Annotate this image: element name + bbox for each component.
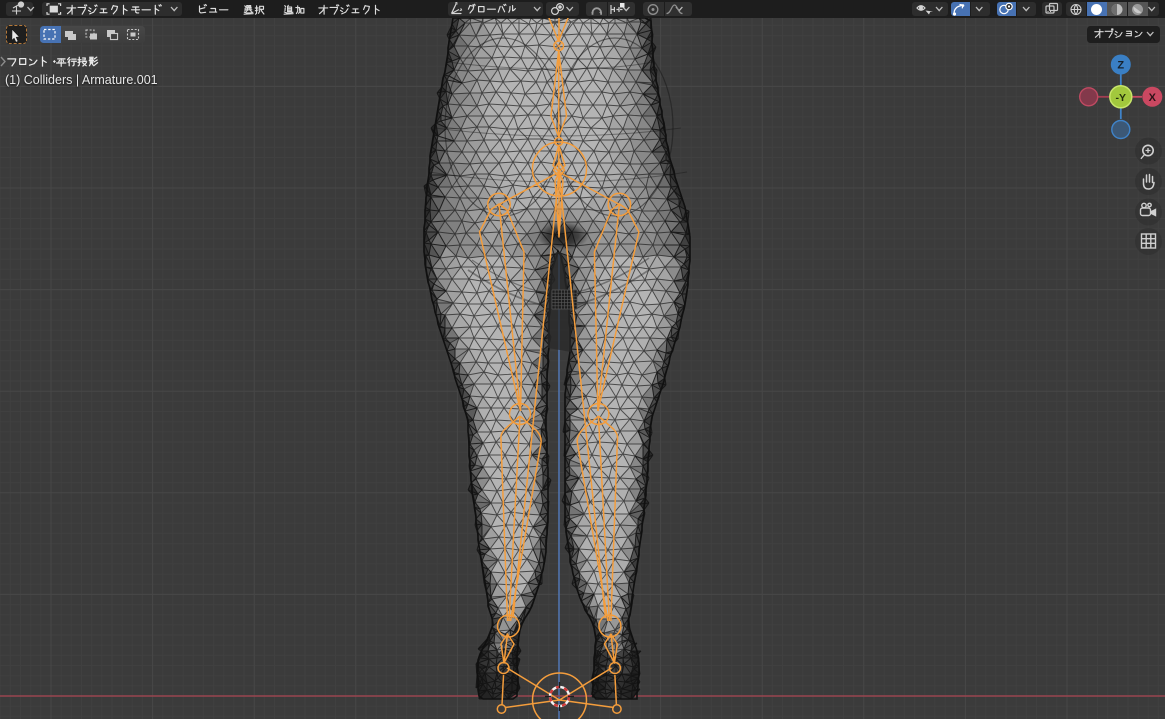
svg-text:X: X — [1149, 92, 1157, 104]
svg-text:Z: Z — [1117, 60, 1124, 72]
svg-text:-Y: -Y — [1116, 92, 1127, 104]
